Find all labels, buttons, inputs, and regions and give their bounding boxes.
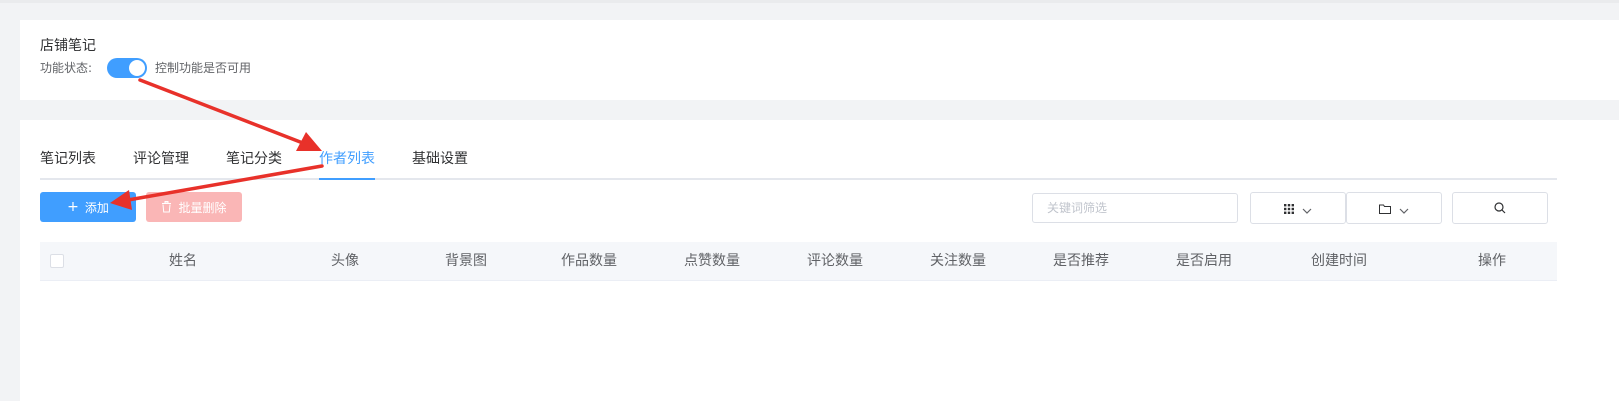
search-icon	[1494, 199, 1506, 218]
tab-comment-management[interactable]: 评论管理	[133, 150, 189, 178]
tab-bar: 笔记列表 评论管理 笔记分类 作者列表 基础设置	[40, 150, 1557, 180]
chevron-down-icon	[1399, 199, 1409, 218]
select-all-checkbox[interactable]	[50, 254, 64, 268]
view-select-button[interactable]	[1250, 192, 1346, 224]
search-button[interactable]	[1452, 192, 1548, 224]
tab-author-list[interactable]: 作者列表	[319, 150, 375, 180]
feature-status-card: 店铺笔记 功能状态: 控制功能是否可用	[20, 20, 1619, 100]
add-button-label: 添加	[84, 200, 109, 215]
column-header-avatar: 头像	[331, 253, 359, 269]
tab-basic-settings[interactable]: 基础设置	[412, 150, 468, 178]
toggle-knob	[129, 60, 145, 76]
status-label: 功能状态:	[40, 61, 93, 75]
tab-note-categories[interactable]: 笔记分类	[226, 150, 282, 178]
grid-icon	[1284, 199, 1294, 218]
trash-icon	[161, 201, 172, 213]
feature-toggle[interactable]	[107, 58, 147, 78]
column-header-comments-count: 评论数量	[807, 253, 863, 269]
folder-icon	[1379, 199, 1391, 218]
add-button[interactable]: + 添加	[40, 192, 136, 222]
main-card: 笔记列表 评论管理 笔记分类 作者列表 基础设置 + 添加 批量删除 关键词筛选…	[20, 120, 1619, 401]
batch-delete-label: 批量删除	[178, 200, 227, 215]
column-header-background: 背景图	[445, 253, 487, 269]
column-header-created-time: 创建时间	[1311, 253, 1367, 269]
folder-select-button[interactable]	[1346, 192, 1442, 224]
column-header-likes-count: 点赞数量	[684, 253, 740, 269]
chevron-down-icon	[1302, 199, 1312, 218]
column-header-name: 姓名	[169, 253, 197, 269]
top-strip	[0, 0, 1619, 3]
column-header-recommended: 是否推荐	[1053, 253, 1109, 269]
plus-icon: +	[67, 199, 79, 215]
column-header-follows-count: 关注数量	[930, 253, 986, 269]
keyword-filter-input[interactable]	[1032, 193, 1238, 223]
status-description: 控制功能是否可用	[155, 61, 252, 75]
batch-delete-button[interactable]: 批量删除	[146, 192, 242, 222]
tab-notes-list[interactable]: 笔记列表	[40, 150, 96, 178]
table-header: 姓名 头像 背景图 作品数量 点赞数量 评论数量 关注数量 是否推荐 是否启用 …	[40, 242, 1557, 281]
column-header-actions: 操作	[1478, 253, 1506, 269]
column-header-enabled: 是否启用	[1176, 253, 1232, 269]
column-header-works-count: 作品数量	[561, 253, 617, 269]
page-title: 店铺笔记	[40, 38, 96, 54]
